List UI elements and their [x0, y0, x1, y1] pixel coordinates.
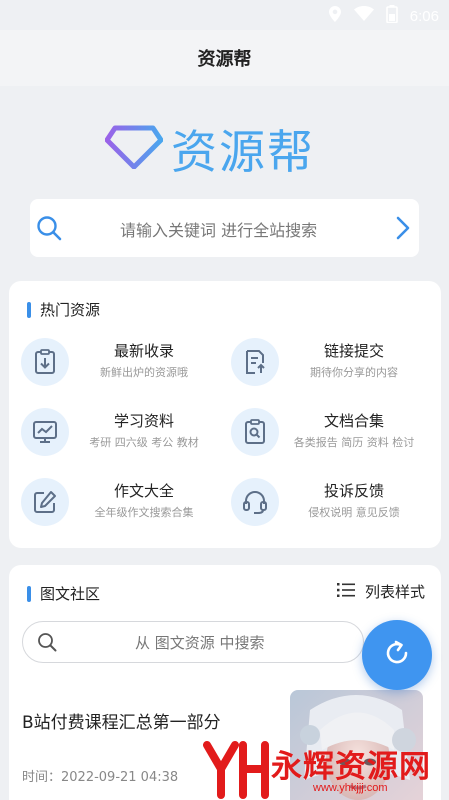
clipboard-download-icon	[21, 338, 69, 386]
location-icon	[328, 5, 342, 27]
document-search-icon	[231, 408, 279, 456]
wifi-icon	[353, 6, 374, 26]
resource-item-title: 链接提交	[323, 342, 384, 360]
section-title-community: 图文社区	[27, 583, 100, 604]
resource-item-latest[interactable]: 最新收录 新鲜出炉的资源哦	[9, 338, 219, 398]
search-icon[interactable]	[36, 215, 62, 245]
post-title[interactable]: B站付费课程汇总第一部分	[22, 708, 221, 733]
search-input[interactable]: 请输入关键词 进行全站搜索	[120, 217, 317, 241]
community-search-bar[interactable]: 从 图文资源 中搜索	[22, 621, 364, 663]
watermark-logo-icon	[203, 741, 269, 800]
app-header: 资源帮	[0, 30, 449, 86]
resource-item-documents[interactable]: 文档合集 各类报告 简历 资料 检讨	[219, 408, 429, 468]
resource-item-title: 投诉反馈	[323, 482, 384, 500]
resource-item-subtitle: 考研 四六级 考公 教材	[89, 436, 199, 449]
status-bar: 6:06	[0, 0, 449, 30]
section-title-text: 图文社区	[40, 585, 101, 603]
watermark-text: 永辉资源网	[271, 749, 431, 785]
battery-icon	[385, 5, 398, 27]
resource-item-essays[interactable]: 作文大全 全年级作文搜索合集	[9, 478, 219, 538]
resource-item-title: 作文大全	[113, 482, 174, 500]
hot-resources-card: 热门资源 最新收录 新鲜出炉的资源哦 链接提交 期待你分享的内容 学习资料 考研…	[9, 281, 441, 548]
edit-icon	[21, 478, 69, 526]
chevron-right-icon[interactable]	[395, 216, 411, 244]
section-title-hot: 热门资源	[27, 299, 100, 320]
global-search-bar[interactable]: 请输入关键词 进行全站搜索	[30, 199, 419, 257]
chart-board-icon	[21, 408, 69, 456]
status-time: 6:06	[409, 7, 439, 25]
logo-text: 资源帮	[171, 125, 315, 179]
diamond-icon	[104, 125, 164, 173]
resource-item-feedback[interactable]: 投诉反馈 侵权说明 意见反馈	[219, 478, 429, 538]
headset-icon	[231, 478, 279, 526]
resource-item-title: 文档合集	[323, 412, 384, 430]
resource-item-subtitle: 期待你分享的内容	[310, 366, 398, 379]
watermark-url: www.yhkjjj.com	[313, 782, 388, 794]
document-upload-icon	[231, 338, 279, 386]
section-accent-bar	[27, 301, 31, 318]
resource-item-title: 最新收录	[113, 342, 174, 360]
resource-item-study[interactable]: 学习资料 考研 四六级 考公 教材	[9, 408, 219, 468]
post-time: 时间：2022-09-21 04:38	[22, 770, 179, 785]
search-icon[interactable]	[37, 632, 57, 656]
community-search-input[interactable]: 从 图文资源 中搜索	[135, 632, 265, 653]
watermark: 永辉资源网 www.yhkjjj.com	[203, 739, 443, 799]
resource-item-subtitle: 侵权说明 意见反馈	[308, 506, 400, 519]
resource-item-subtitle: 新鲜出炉的资源哦	[100, 366, 188, 379]
list-style-label[interactable]: 列表样式	[365, 581, 425, 602]
resource-item-submit-link[interactable]: 链接提交 期待你分享的内容	[219, 338, 429, 398]
app-logo: 资源帮	[104, 118, 350, 180]
resource-item-title: 学习资料	[113, 412, 174, 430]
refresh-icon[interactable]	[382, 638, 412, 672]
resource-item-subtitle: 全年级作文搜索合集	[94, 506, 194, 519]
section-title-text: 热门资源	[40, 301, 101, 319]
refresh-button[interactable]	[362, 620, 432, 690]
resource-item-subtitle: 各类报告 简历 资料 检讨	[293, 436, 415, 449]
section-accent-bar	[27, 585, 31, 602]
page-title: 资源帮	[197, 49, 252, 70]
list-style-toggle[interactable]: 列表样式	[336, 581, 425, 602]
list-icon[interactable]	[336, 582, 355, 602]
